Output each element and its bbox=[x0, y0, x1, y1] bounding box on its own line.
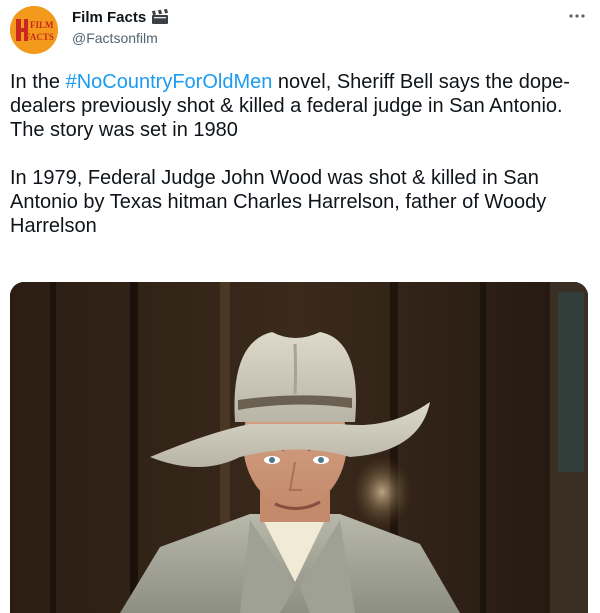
tweet-photo[interactable] bbox=[10, 282, 588, 613]
avatar-text-facts: FACTS bbox=[25, 32, 54, 42]
hashtag-link[interactable]: #NoCountryForOldMen bbox=[66, 71, 273, 93]
tweet-header: FILM FACTS Film Facts @Factsonfilm bbox=[10, 6, 590, 56]
film-facts-logo-icon: FILM FACTS bbox=[10, 6, 58, 54]
tweet-card: FILM FACTS Film Facts @Factsonfilm In th… bbox=[0, 0, 600, 613]
tweet-paragraph-1: In the #NoCountryForOldMen novel, Sherif… bbox=[10, 70, 590, 142]
tweet-paragraph-2: In 1979, Federal Judge John Wood was sho… bbox=[10, 167, 547, 237]
text-before-hashtag: In the bbox=[10, 71, 66, 93]
account-handle[interactable]: @Factsonfilm bbox=[72, 30, 158, 46]
avatar[interactable]: FILM FACTS bbox=[10, 6, 58, 54]
display-name[interactable]: Film Facts bbox=[72, 9, 146, 26]
photo-man-in-cowboy-hat bbox=[10, 282, 588, 613]
display-name-row[interactable]: Film Facts bbox=[72, 9, 169, 29]
more-options-button[interactable] bbox=[564, 6, 590, 26]
more-horizontal-icon bbox=[569, 14, 585, 18]
tweet-text: In the #NoCountryForOldMen novel, Sherif… bbox=[10, 70, 590, 238]
avatar-text-film: FILM bbox=[30, 20, 54, 30]
clapper-board-icon bbox=[151, 9, 169, 29]
